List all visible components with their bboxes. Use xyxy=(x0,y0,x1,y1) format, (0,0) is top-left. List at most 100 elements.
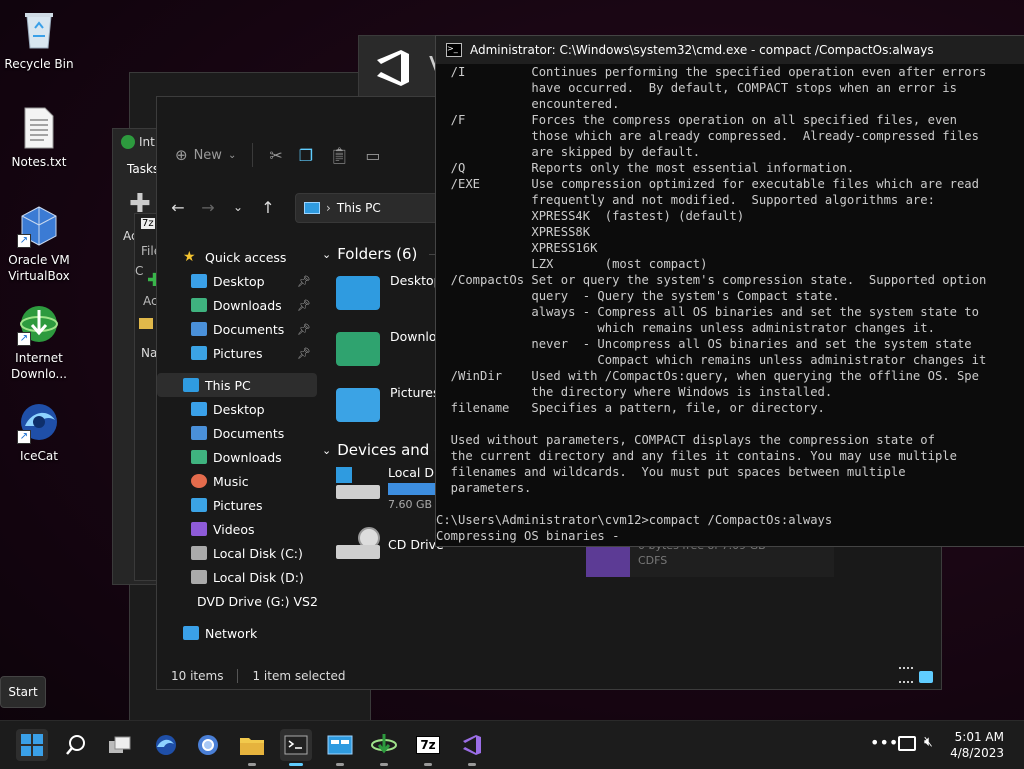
sidebar-item-label: Local Disk (C:) xyxy=(213,545,303,561)
cmd-output[interactable]: /I Continues performing the specified op… xyxy=(436,64,1024,544)
music-icon xyxy=(191,474,207,488)
sidebar-item[interactable]: Downloads xyxy=(157,445,317,469)
desktop-icon-label: Internet Downlo... xyxy=(11,351,67,381)
sidebar-item-label: Network xyxy=(205,625,258,641)
sidebar-item[interactable]: Local Disk (D:) xyxy=(157,565,317,589)
cut-icon[interactable]: ✂ xyxy=(269,146,282,165)
ie-icon xyxy=(121,135,135,149)
folder-tile[interactable]: Desktop xyxy=(336,265,444,321)
recent-chevron-icon[interactable]: ⌄ xyxy=(223,200,253,214)
name-column-header[interactable]: Na xyxy=(141,346,157,360)
pin-icon[interactable]: 📌︎ xyxy=(297,347,311,360)
ie-tab-label[interactable]: Int xyxy=(139,135,155,149)
sidebar-item-label: Music xyxy=(213,473,249,489)
taskbar-visual-studio[interactable] xyxy=(456,729,488,766)
sidebar-item-label: This PC xyxy=(205,377,251,393)
system-clock[interactable]: 5:01 AM 4/8/2023 xyxy=(950,729,1004,761)
cmd-line: the directory where Windows is installed… xyxy=(436,385,833,399)
taskbar-internet-download-manager[interactable] xyxy=(368,729,400,766)
device-cd-drive[interactable]: CD Drive xyxy=(336,527,444,561)
sidebar-item[interactable]: Desktop xyxy=(157,397,317,421)
running-indicator xyxy=(424,763,432,766)
cmd-line: are skipped by default. xyxy=(436,145,701,159)
sidebar-item[interactable]: Downloads 📌︎ xyxy=(157,293,317,317)
sidebar-item[interactable]: ★ Quick access xyxy=(157,245,317,269)
cmd-line: Used without parameters, COMPACT display… xyxy=(436,433,935,447)
desktop-icon-idm[interactable]: ↗ Internet Downlo... xyxy=(4,302,74,382)
taskbar-terminal[interactable] xyxy=(280,729,312,766)
network-icon[interactable] xyxy=(898,736,916,751)
cmd-title-bar[interactable]: >_ Administrator: C:\Windows\system32\cm… xyxy=(436,36,1024,64)
cmd-line: /F Forces the compress operation on all … xyxy=(436,113,957,127)
breadcrumb-this-pc[interactable]: This PC xyxy=(337,201,381,215)
sidebar-item[interactable]: Pictures 📌︎ xyxy=(157,341,317,365)
cmd-line: which remains unless administrator chang… xyxy=(436,321,935,335)
pin-icon[interactable]: 📌︎ xyxy=(297,323,311,336)
desktop-icon-recycle-bin[interactable]: Recycle Bin xyxy=(4,8,74,72)
folder-tile[interactable]: Pictures xyxy=(336,377,444,433)
forward-arrow-icon[interactable]: → xyxy=(193,198,223,217)
copy-icon[interactable]: ❐ xyxy=(299,146,313,165)
cmd-line: /CompactOs Set or query the system's com… xyxy=(436,273,987,287)
sidebar-item[interactable]: DVD Drive (G:) VS2 xyxy=(157,589,318,613)
running-indicator xyxy=(336,763,344,766)
tasks-label[interactable]: Tasks xyxy=(127,162,159,176)
icecat-icon xyxy=(156,735,176,755)
start-button[interactable] xyxy=(16,729,48,761)
paste-icon[interactable]: 📋︎ xyxy=(329,146,349,165)
running-indicator xyxy=(248,763,256,766)
volume-muted-icon[interactable]: 🔇︎ xyxy=(924,734,933,750)
sidebar-item[interactable]: Desktop 📌︎ xyxy=(157,269,317,293)
running-indicator xyxy=(468,763,476,766)
pictures-icon xyxy=(191,498,207,512)
folders-list: Desktop Downloa Pictures xyxy=(336,265,444,433)
downloads-folder-icon xyxy=(336,332,380,366)
taskbar-file-explorer[interactable] xyxy=(236,729,268,766)
search-button[interactable] xyxy=(60,729,92,761)
folder-tile[interactable]: Downloa xyxy=(336,321,444,377)
sidebar-item-label: Downloads xyxy=(213,449,282,465)
taskbar-icecat[interactable] xyxy=(150,729,182,761)
chevron-down-icon: ⌄ xyxy=(227,149,237,161)
breadcrumb-chevron-icon: › xyxy=(326,201,331,215)
desktop-icon-label: IceCat xyxy=(20,449,58,463)
sidebar-item[interactable]: Documents xyxy=(157,421,317,445)
desktop-icon-icecat[interactable]: ↗ IceCat xyxy=(4,400,74,464)
folders-section-header[interactable]: ⌄ Folders (6) xyxy=(322,245,450,263)
sidebar-item[interactable]: Videos xyxy=(157,517,317,541)
taskbar: 7z ••• 🔇︎ 5:01 AM 4/8/2023 xyxy=(0,720,1024,769)
cmd-line: those which are already compressed. Alre… xyxy=(436,129,979,143)
sidebar-item[interactable]: Documents 📌︎ xyxy=(157,317,317,341)
sidebar-item[interactable]: Music xyxy=(157,469,317,493)
running-indicator xyxy=(289,763,303,766)
drive-icon xyxy=(191,570,207,584)
tiles-view-icon[interactable] xyxy=(919,671,933,683)
overflow-dots-icon[interactable]: ••• xyxy=(870,733,898,752)
devices-section-header[interactable]: ⌄ Devices and dr xyxy=(322,441,450,459)
command-prompt-window[interactable]: >_ Administrator: C:\Windows\system32\cm… xyxy=(435,35,1024,547)
terminal-icon xyxy=(284,735,308,755)
details-view-icon[interactable] xyxy=(899,667,913,683)
folder-label: Desktop xyxy=(390,273,442,288)
desktop-icon-virtualbox[interactable]: ↗ Oracle VM VirtualBox xyxy=(4,204,74,284)
taskbar-7zip[interactable]: 7z xyxy=(412,729,444,766)
up-arrow-icon[interactable]: ↑ xyxy=(253,198,283,217)
clock-date: 4/8/2023 xyxy=(950,746,1004,760)
sidebar-item[interactable]: Network xyxy=(157,621,317,645)
pin-icon[interactable]: 📌︎ xyxy=(297,275,311,288)
new-button[interactable]: ⊕ New ⌄ xyxy=(175,146,236,164)
task-view-button[interactable] xyxy=(104,729,136,761)
cmd-line: filename Specifies a pattern, file, or d… xyxy=(436,401,825,415)
sidebar-item[interactable]: Local Disk (C:) xyxy=(157,541,317,565)
sidebar-item[interactable]: This PC xyxy=(157,373,317,397)
desktop-icon-notes[interactable]: Notes.txt xyxy=(4,106,74,170)
taskbar-chromium[interactable] xyxy=(192,729,224,761)
back-arrow-icon[interactable]: ← xyxy=(163,198,193,217)
shortcut-arrow-icon: ↗ xyxy=(17,430,31,444)
rename-icon[interactable]: ▭ xyxy=(365,146,380,165)
shortcut-arrow-icon: ↗ xyxy=(17,332,31,346)
device-local-disk[interactable]: Local Dis 7.60 GB xyxy=(336,465,448,511)
taskbar-control-panel[interactable] xyxy=(324,729,356,766)
pin-icon[interactable]: 📌︎ xyxy=(297,299,311,312)
sidebar-item[interactable]: Pictures xyxy=(157,493,317,517)
